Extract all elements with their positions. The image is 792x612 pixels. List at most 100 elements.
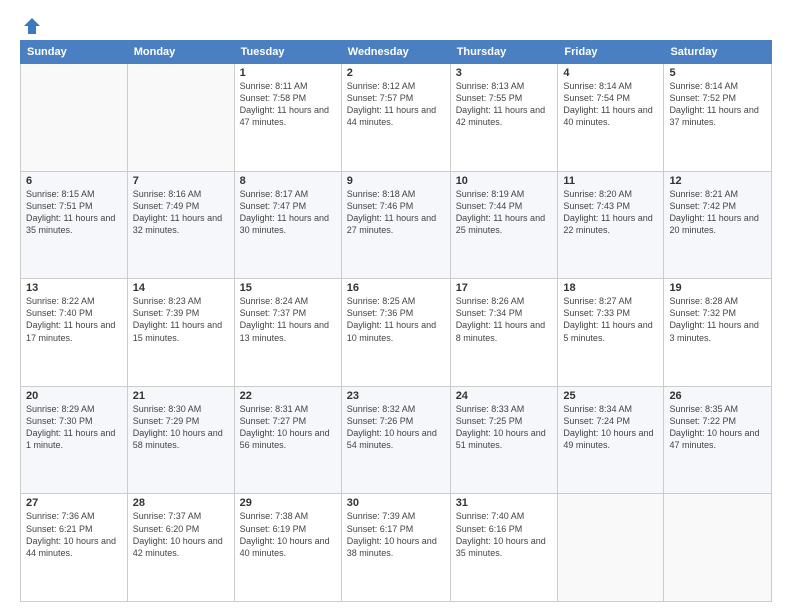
day-info: Sunrise: 8:33 AM Sunset: 7:25 PM Dayligh… [456,403,553,452]
calendar-header-monday: Monday [127,41,234,64]
calendar-cell: 7Sunrise: 8:16 AM Sunset: 7:49 PM Daylig… [127,171,234,279]
day-number: 11 [563,175,658,187]
calendar-cell: 21Sunrise: 8:30 AM Sunset: 7:29 PM Dayli… [127,386,234,494]
day-number: 6 [26,175,122,187]
calendar-cell: 22Sunrise: 8:31 AM Sunset: 7:27 PM Dayli… [234,386,341,494]
day-info: Sunrise: 8:15 AM Sunset: 7:51 PM Dayligh… [26,188,122,237]
calendar-week-3: 13Sunrise: 8:22 AM Sunset: 7:40 PM Dayli… [21,279,772,387]
calendar-cell: 24Sunrise: 8:33 AM Sunset: 7:25 PM Dayli… [450,386,558,494]
day-number: 1 [240,67,336,79]
calendar-cell: 13Sunrise: 8:22 AM Sunset: 7:40 PM Dayli… [21,279,128,387]
calendar-cell: 19Sunrise: 8:28 AM Sunset: 7:32 PM Dayli… [664,279,772,387]
calendar-cell [127,64,234,172]
calendar-week-2: 6Sunrise: 8:15 AM Sunset: 7:51 PM Daylig… [21,171,772,279]
calendar-cell: 28Sunrise: 7:37 AM Sunset: 6:20 PM Dayli… [127,494,234,602]
day-info: Sunrise: 8:21 AM Sunset: 7:42 PM Dayligh… [669,188,766,237]
day-number: 4 [563,67,658,79]
day-info: Sunrise: 8:11 AM Sunset: 7:58 PM Dayligh… [240,80,336,129]
calendar-cell: 23Sunrise: 8:32 AM Sunset: 7:26 PM Dayli… [341,386,450,494]
day-number: 31 [456,497,553,509]
calendar-cell [558,494,664,602]
day-number: 3 [456,67,553,79]
day-number: 19 [669,282,766,294]
calendar-cell: 25Sunrise: 8:34 AM Sunset: 7:24 PM Dayli… [558,386,664,494]
calendar-cell: 27Sunrise: 7:36 AM Sunset: 6:21 PM Dayli… [21,494,128,602]
day-info: Sunrise: 8:13 AM Sunset: 7:55 PM Dayligh… [456,80,553,129]
day-number: 25 [563,390,658,402]
day-number: 7 [133,175,229,187]
day-info: Sunrise: 8:20 AM Sunset: 7:43 PM Dayligh… [563,188,658,237]
day-info: Sunrise: 7:40 AM Sunset: 6:16 PM Dayligh… [456,510,553,559]
day-info: Sunrise: 8:30 AM Sunset: 7:29 PM Dayligh… [133,403,229,452]
day-number: 2 [347,67,445,79]
day-info: Sunrise: 8:19 AM Sunset: 7:44 PM Dayligh… [456,188,553,237]
day-info: Sunrise: 8:25 AM Sunset: 7:36 PM Dayligh… [347,295,445,344]
calendar-cell: 3Sunrise: 8:13 AM Sunset: 7:55 PM Daylig… [450,64,558,172]
day-number: 16 [347,282,445,294]
day-info: Sunrise: 8:34 AM Sunset: 7:24 PM Dayligh… [563,403,658,452]
day-number: 18 [563,282,658,294]
day-number: 17 [456,282,553,294]
day-number: 9 [347,175,445,187]
day-info: Sunrise: 8:35 AM Sunset: 7:22 PM Dayligh… [669,403,766,452]
calendar-cell: 15Sunrise: 8:24 AM Sunset: 7:37 PM Dayli… [234,279,341,387]
calendar-cell: 6Sunrise: 8:15 AM Sunset: 7:51 PM Daylig… [21,171,128,279]
day-number: 27 [26,497,122,509]
calendar-cell: 5Sunrise: 8:14 AM Sunset: 7:52 PM Daylig… [664,64,772,172]
calendar-cell: 18Sunrise: 8:27 AM Sunset: 7:33 PM Dayli… [558,279,664,387]
day-number: 14 [133,282,229,294]
day-number: 28 [133,497,229,509]
calendar-cell: 17Sunrise: 8:26 AM Sunset: 7:34 PM Dayli… [450,279,558,387]
day-number: 22 [240,390,336,402]
day-number: 15 [240,282,336,294]
logo [20,16,42,36]
day-info: Sunrise: 8:22 AM Sunset: 7:40 PM Dayligh… [26,295,122,344]
day-info: Sunrise: 8:29 AM Sunset: 7:30 PM Dayligh… [26,403,122,452]
day-number: 12 [669,175,766,187]
day-info: Sunrise: 8:28 AM Sunset: 7:32 PM Dayligh… [669,295,766,344]
day-number: 5 [669,67,766,79]
day-info: Sunrise: 8:32 AM Sunset: 7:26 PM Dayligh… [347,403,445,452]
day-info: Sunrise: 8:16 AM Sunset: 7:49 PM Dayligh… [133,188,229,237]
calendar-header-row: SundayMondayTuesdayWednesdayThursdayFrid… [21,41,772,64]
calendar-cell: 11Sunrise: 8:20 AM Sunset: 7:43 PM Dayli… [558,171,664,279]
day-number: 8 [240,175,336,187]
day-number: 20 [26,390,122,402]
calendar-header-friday: Friday [558,41,664,64]
day-number: 29 [240,497,336,509]
calendar-cell: 16Sunrise: 8:25 AM Sunset: 7:36 PM Dayli… [341,279,450,387]
calendar-cell: 14Sunrise: 8:23 AM Sunset: 7:39 PM Dayli… [127,279,234,387]
day-info: Sunrise: 8:23 AM Sunset: 7:39 PM Dayligh… [133,295,229,344]
day-number: 10 [456,175,553,187]
calendar-cell: 9Sunrise: 8:18 AM Sunset: 7:46 PM Daylig… [341,171,450,279]
calendar-cell: 8Sunrise: 8:17 AM Sunset: 7:47 PM Daylig… [234,171,341,279]
day-info: Sunrise: 8:27 AM Sunset: 7:33 PM Dayligh… [563,295,658,344]
day-number: 23 [347,390,445,402]
calendar-header-wednesday: Wednesday [341,41,450,64]
calendar-cell [21,64,128,172]
day-info: Sunrise: 8:31 AM Sunset: 7:27 PM Dayligh… [240,403,336,452]
calendar-week-5: 27Sunrise: 7:36 AM Sunset: 6:21 PM Dayli… [21,494,772,602]
calendar-header-saturday: Saturday [664,41,772,64]
day-info: Sunrise: 8:12 AM Sunset: 7:57 PM Dayligh… [347,80,445,129]
logo-icon [22,16,42,36]
day-number: 26 [669,390,766,402]
day-number: 13 [26,282,122,294]
calendar-header-thursday: Thursday [450,41,558,64]
day-info: Sunrise: 8:18 AM Sunset: 7:46 PM Dayligh… [347,188,445,237]
page: SundayMondayTuesdayWednesdayThursdayFrid… [0,0,792,612]
day-number: 21 [133,390,229,402]
day-info: Sunrise: 8:14 AM Sunset: 7:52 PM Dayligh… [669,80,766,129]
calendar-cell: 31Sunrise: 7:40 AM Sunset: 6:16 PM Dayli… [450,494,558,602]
day-info: Sunrise: 8:14 AM Sunset: 7:54 PM Dayligh… [563,80,658,129]
calendar-cell: 26Sunrise: 8:35 AM Sunset: 7:22 PM Dayli… [664,386,772,494]
day-info: Sunrise: 7:39 AM Sunset: 6:17 PM Dayligh… [347,510,445,559]
calendar-cell: 1Sunrise: 8:11 AM Sunset: 7:58 PM Daylig… [234,64,341,172]
day-number: 30 [347,497,445,509]
day-info: Sunrise: 8:24 AM Sunset: 7:37 PM Dayligh… [240,295,336,344]
day-number: 24 [456,390,553,402]
calendar-cell: 10Sunrise: 8:19 AM Sunset: 7:44 PM Dayli… [450,171,558,279]
header [20,16,772,36]
calendar-cell: 2Sunrise: 8:12 AM Sunset: 7:57 PM Daylig… [341,64,450,172]
day-info: Sunrise: 7:37 AM Sunset: 6:20 PM Dayligh… [133,510,229,559]
